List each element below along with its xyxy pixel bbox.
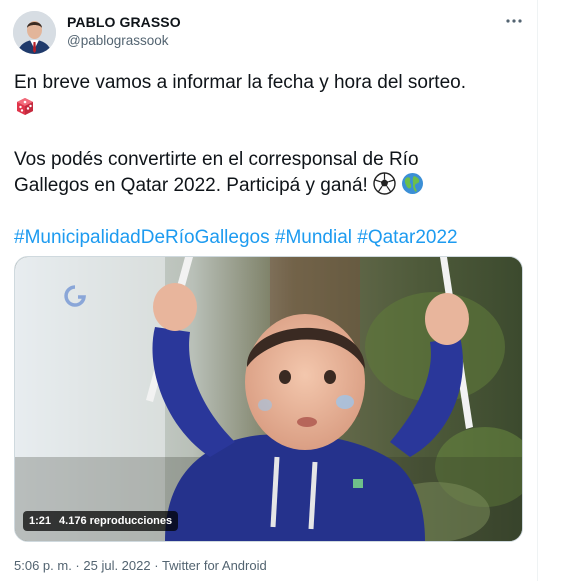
hashtag-qatar2022[interactable]: #Qatar2022 [357,227,457,248]
hashtag-municipalidad[interactable]: #MunicipalidadDeRíoGallegos [14,227,270,248]
soccer-ball-icon [373,172,396,202]
tweet-time[interactable]: 5:06 p. m. [14,558,72,573]
video-overlay: 1:21 4.176 reproducciones [23,511,179,531]
tweet-line-1: En breve vamos a informar la fecha y hor… [14,72,467,93]
tweet-meta: 5:06 p. m. · 25 jul. 2022 · Twitter for … [14,558,267,573]
hashtags: #MunicipalidadDeRíoGallegos #Mundial #Qa… [14,225,524,250]
hashtag-mundial[interactable]: #Mundial [275,227,352,248]
tweet-source[interactable]: Twitter for Android [162,558,267,573]
avatar[interactable] [13,11,56,54]
globe-icon [401,172,424,202]
meta-separator-2: · [150,558,162,573]
video-thumbnail [15,257,522,541]
author-name[interactable]: PABLO GRASSO [67,14,181,30]
tweet-line-3-wrap: Gallegos en Qatar 2022. Participá y ganá… [14,172,524,202]
dice-icon [14,95,36,124]
meta-separator-1: · [71,558,84,573]
dice-line [14,95,524,124]
tweet-line-2: Vos podés convertirte en el corresponsal… [14,149,419,170]
tweet-card: PABLO GRASSO @pablograssook En breve vam… [0,0,538,581]
video-views: 4.176 reproducciones [59,515,173,527]
tweet-date[interactable]: 25 jul. 2022 [83,558,150,573]
video-player[interactable] [14,256,523,542]
video-duration: 1:21 [29,515,52,527]
author-handle[interactable]: @pablograssook [67,33,169,48]
tweet-text: En breve vamos a informar la fecha y hor… [14,70,524,250]
tweet-line-3: Gallegos en Qatar 2022. Participá y ganá… [14,175,368,196]
more-icon[interactable] [503,10,525,32]
